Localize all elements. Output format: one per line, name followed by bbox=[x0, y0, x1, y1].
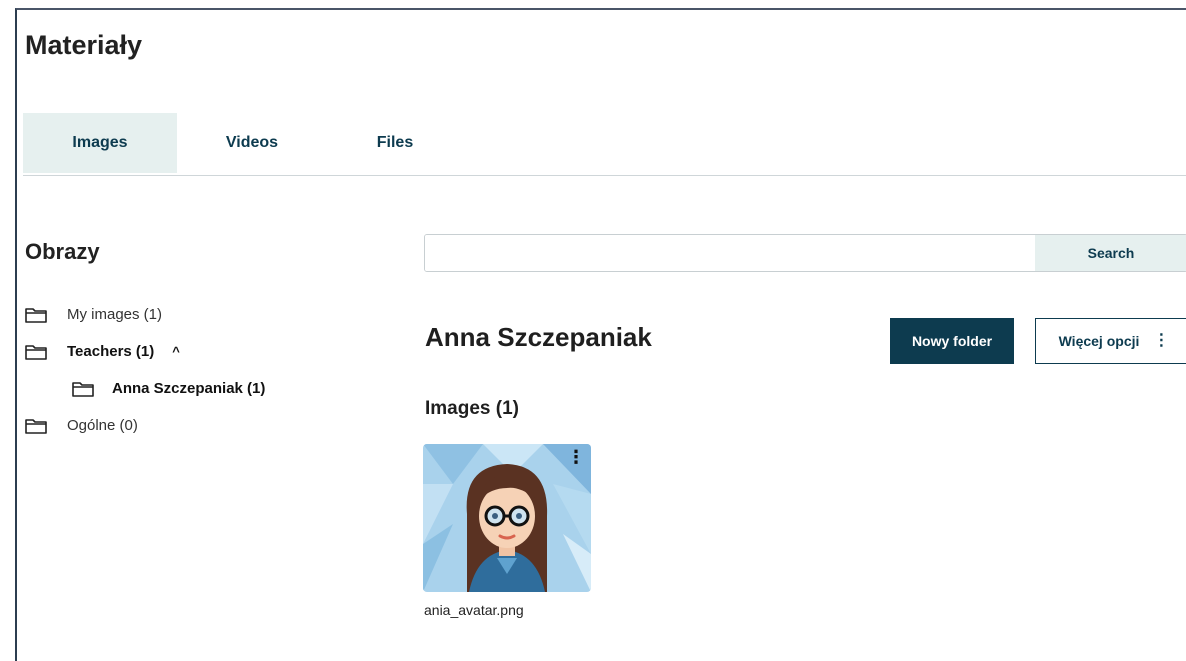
tab-videos[interactable]: Videos bbox=[177, 113, 327, 173]
page-title: Materiały bbox=[25, 30, 143, 60]
tree-item-label: Ogólne (0) bbox=[67, 417, 138, 434]
app-frame: Materiały Images Videos Files Obrazy My … bbox=[15, 8, 1186, 661]
kebab-menu-icon: ⋮ bbox=[1153, 332, 1170, 349]
folder-title: Anna Szczepaniak bbox=[425, 322, 652, 352]
search-input[interactable] bbox=[425, 235, 1035, 271]
folder-icon bbox=[25, 307, 47, 323]
tree-item-anna-szczepaniak[interactable]: Anna Szczepaniak (1) bbox=[25, 370, 265, 407]
search-button[interactable]: Search bbox=[1035, 235, 1186, 271]
tree-item-my-images[interactable]: My images (1) bbox=[25, 296, 265, 333]
folder-icon bbox=[25, 344, 47, 360]
chevron-up-icon[interactable]: ^ bbox=[172, 344, 180, 359]
more-options-label: Więcej opcji bbox=[1058, 333, 1140, 349]
image-filename: ania_avatar.png bbox=[424, 602, 524, 618]
folder-icon bbox=[25, 418, 47, 434]
tree-item-label: Anna Szczepaniak (1) bbox=[112, 380, 266, 397]
more-options-button[interactable]: Więcej opcji ⋮ bbox=[1035, 318, 1186, 364]
avatar-image bbox=[423, 444, 591, 592]
new-folder-button[interactable]: Nowy folder bbox=[890, 318, 1014, 364]
sidebar-title: Obrazy bbox=[25, 239, 100, 264]
tab-images[interactable]: Images bbox=[23, 113, 177, 173]
folder-tree: My images (1) Teachers (1) ^ Anna Szczep… bbox=[25, 296, 265, 444]
tree-item-label: My images (1) bbox=[67, 306, 163, 323]
tree-item-ogolne[interactable]: Ogólne (0) bbox=[25, 407, 265, 444]
images-heading: Images (1) bbox=[425, 398, 519, 419]
folder-icon bbox=[72, 381, 94, 397]
tab-files[interactable]: Files bbox=[327, 113, 463, 173]
thumbnail-menu-icon[interactable]: ⋮ bbox=[567, 448, 585, 466]
image-thumbnail[interactable]: ⋮ bbox=[423, 444, 591, 592]
search-bar: Search bbox=[424, 234, 1186, 272]
tree-item-label: Teachers (1) bbox=[67, 343, 155, 360]
tree-item-teachers[interactable]: Teachers (1) ^ bbox=[25, 333, 265, 370]
media-tabs: Images Videos Files bbox=[23, 113, 1186, 176]
